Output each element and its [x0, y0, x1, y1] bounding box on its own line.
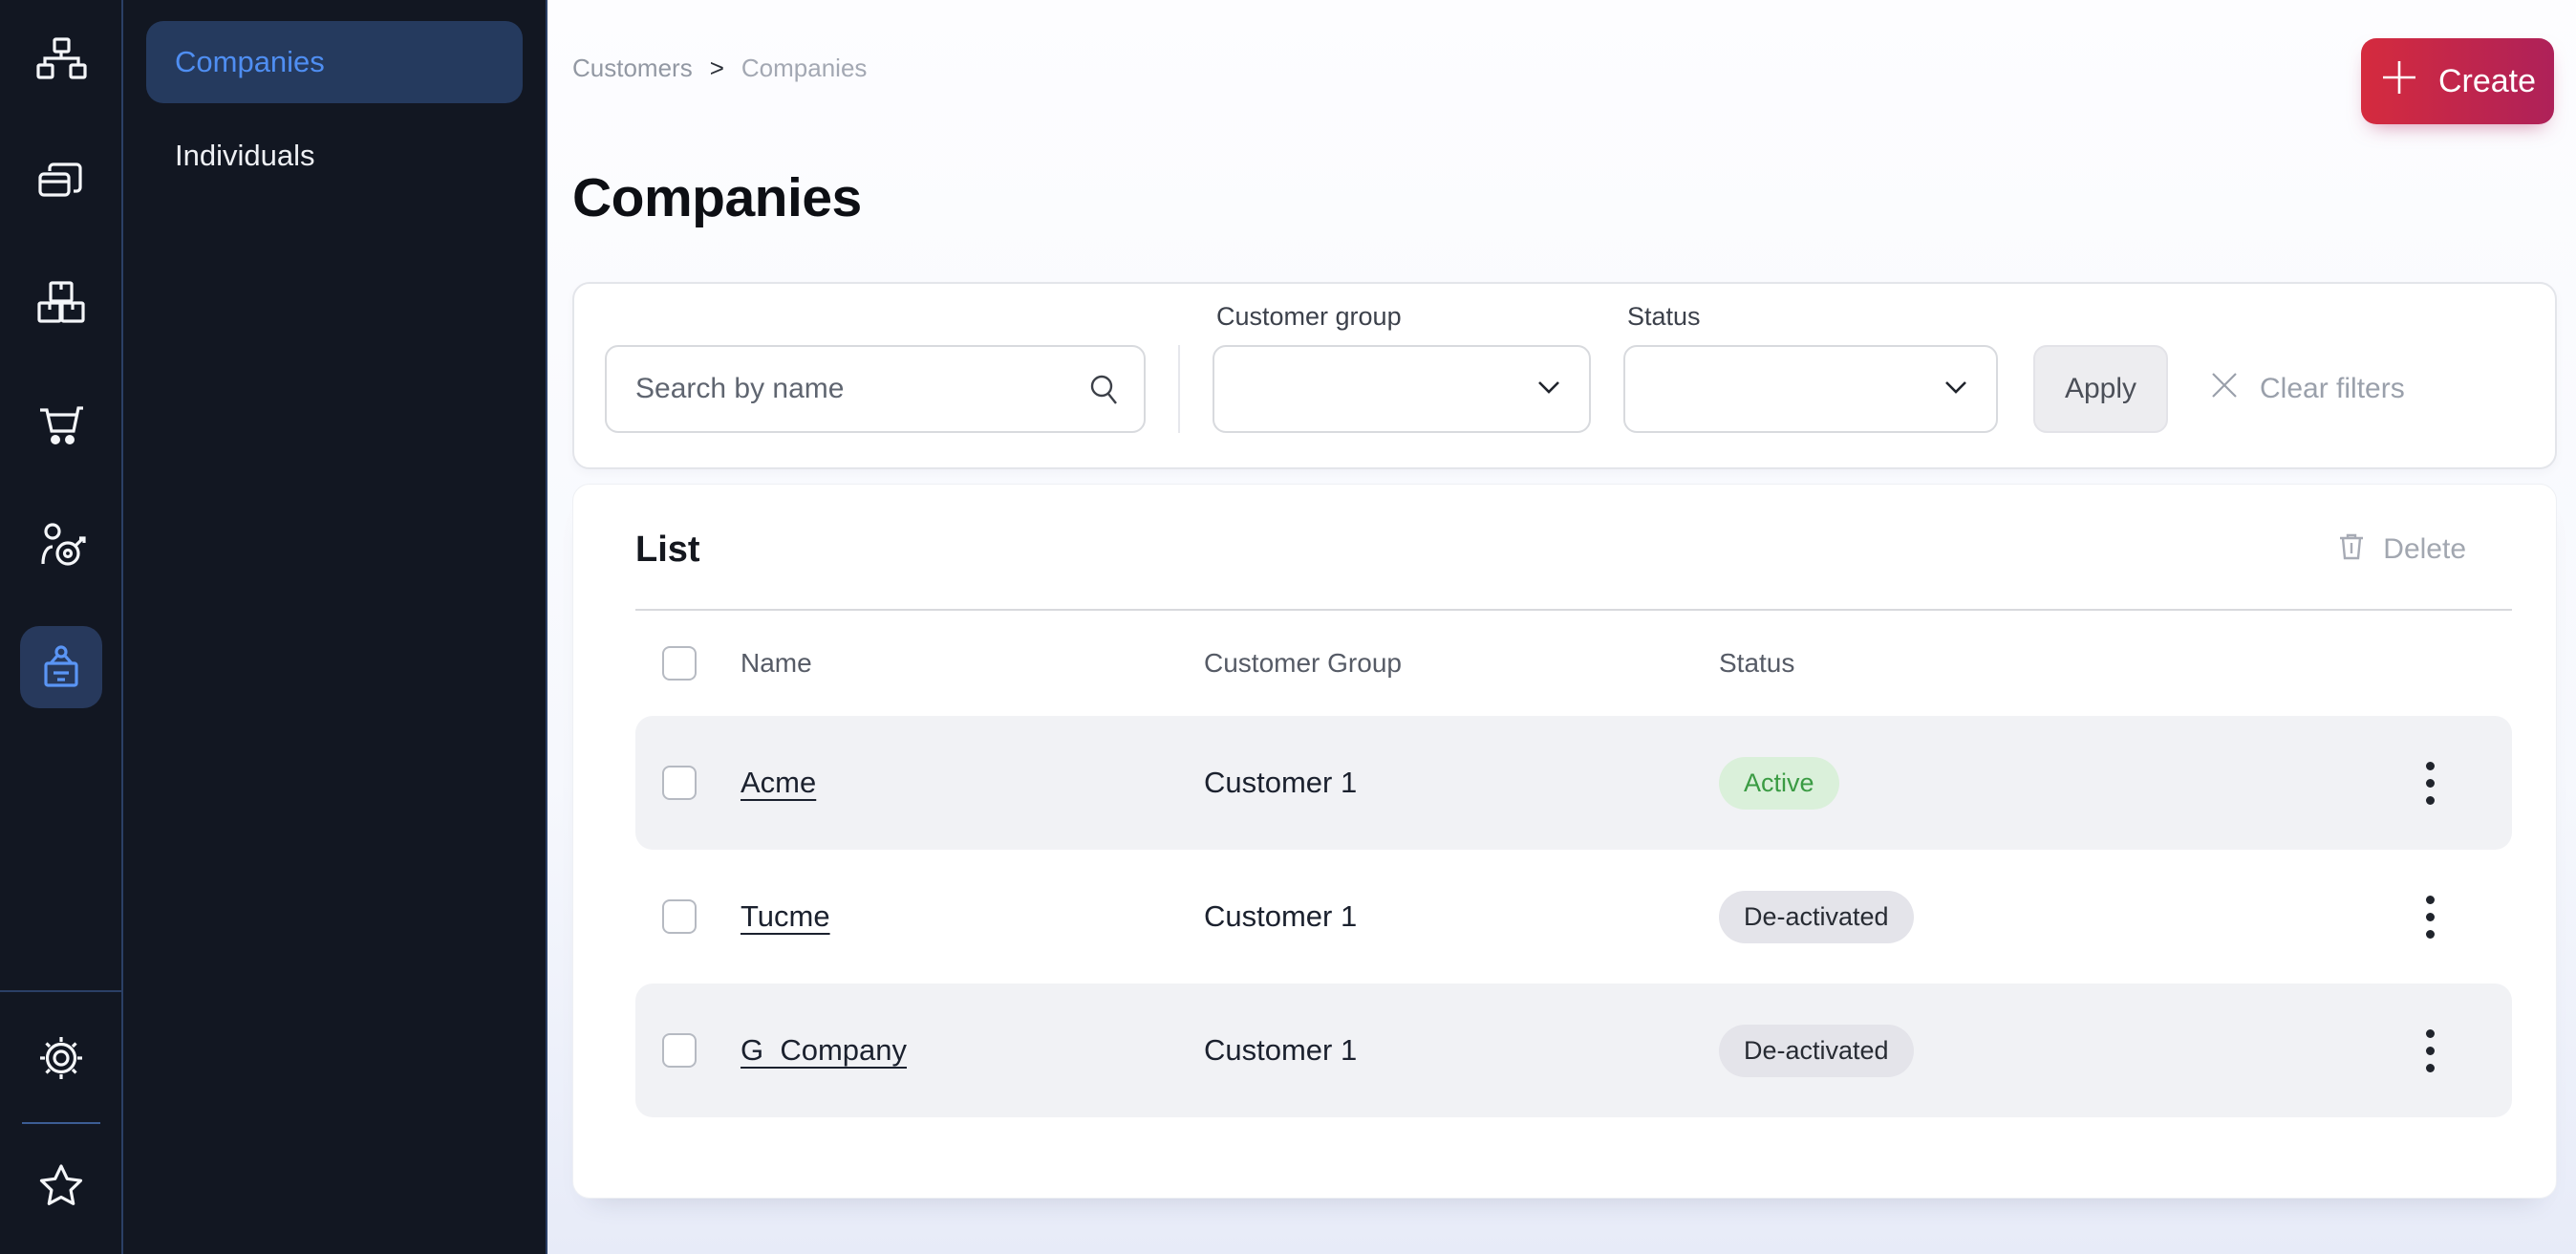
- customer-group-label: Customer group: [1213, 302, 1591, 332]
- star-icon: [34, 1159, 88, 1213]
- company-name-link[interactable]: Acme: [741, 766, 816, 799]
- sidebar-item-individuals[interactable]: Individuals: [146, 115, 523, 197]
- cart-icon: [34, 398, 88, 451]
- search-input[interactable]: [605, 345, 1146, 433]
- delete-button-label: Delete: [2383, 533, 2466, 566]
- table-row: G Company Customer 1De-activated: [635, 984, 2512, 1117]
- rail-divider-short: [22, 1122, 100, 1124]
- select-all-checkbox[interactable]: [662, 646, 697, 681]
- close-icon: [2206, 367, 2243, 411]
- row-checkbox[interactable]: [662, 1033, 697, 1068]
- breadcrumb: Customers > Companies: [572, 38, 867, 83]
- page-title: Companies: [572, 166, 2557, 229]
- sidebar-item-structure[interactable]: [20, 19, 102, 101]
- customer-group-cell: Customer 1: [1204, 766, 1719, 800]
- customers-badge-icon: [34, 640, 88, 694]
- sidebar-item-customers[interactable]: [20, 626, 102, 708]
- column-header-name: Name: [741, 648, 1204, 679]
- sidebar-item-favorites[interactable]: [20, 1145, 102, 1227]
- row-checkbox[interactable]: [662, 899, 697, 934]
- table-header-row: Name Customer Group Status: [635, 611, 2512, 716]
- chevron-down-icon: [1534, 372, 1564, 407]
- sidebar-item-products[interactable]: [20, 262, 102, 344]
- audience-target-icon: [34, 519, 88, 573]
- trash-icon: [2335, 530, 2368, 570]
- status-badge: De-activated: [1719, 891, 1914, 943]
- status-select[interactable]: [1623, 345, 1998, 433]
- products-boxes-icon: [34, 276, 88, 330]
- table-body: AcmeCustomer 1ActiveTucmeCustomer 1De-ac…: [635, 716, 2512, 1117]
- apply-button[interactable]: Apply: [2033, 345, 2168, 433]
- breadcrumb-separator: >: [710, 54, 724, 83]
- main-content: Customers > Companies Create Companies: [547, 0, 2576, 1254]
- sidebar-item-companies[interactable]: Companies: [146, 21, 523, 103]
- chevron-down-icon: [1941, 372, 1971, 407]
- gear-icon: [34, 1031, 88, 1085]
- subnav-companies-label: Companies: [175, 45, 325, 79]
- customer-group-cell: Customer 1: [1204, 1033, 1719, 1068]
- topbar: Customers > Companies Create: [572, 38, 2557, 124]
- column-header-status: Status: [1719, 648, 2359, 679]
- customer-group-cell: Customer 1: [1204, 899, 1719, 934]
- breadcrumb-customers[interactable]: Customers: [572, 54, 693, 83]
- create-button-label: Create: [2438, 63, 2536, 100]
- sidebar-item-orders[interactable]: [20, 383, 102, 465]
- rail-divider: [0, 990, 122, 992]
- table-row: Tucme Customer 1De-activated: [635, 850, 2512, 984]
- filters-card: Customer group Status: [572, 282, 2557, 469]
- subnav-individuals-label: Individuals: [175, 139, 314, 173]
- clear-filters-button[interactable]: Clear filters: [2206, 345, 2405, 433]
- row-checkbox[interactable]: [662, 766, 697, 800]
- table-row: Acme Customer 1Active: [635, 716, 2512, 850]
- customers-subnav: Companies Individuals: [123, 0, 547, 1254]
- row-menu-button[interactable]: [2401, 745, 2458, 821]
- list-header: List Delete: [635, 485, 2512, 609]
- sitemap-icon: [34, 33, 88, 87]
- rail-bottom: [0, 990, 121, 1254]
- sidebar-item-payments[interactable]: [20, 141, 102, 223]
- status-label: Status: [1623, 302, 1998, 332]
- clear-filters-label: Clear filters: [2260, 373, 2405, 405]
- breadcrumb-companies: Companies: [741, 54, 868, 83]
- status-field: Status: [1623, 302, 1998, 433]
- customer-group-select[interactable]: [1213, 345, 1591, 433]
- company-name-link[interactable]: Tucme: [741, 899, 830, 933]
- company-name-link[interactable]: G Company: [741, 1033, 907, 1067]
- list-title: List: [635, 530, 700, 571]
- sidebar-item-settings[interactable]: [20, 1017, 102, 1099]
- icon-rail: [0, 0, 123, 1254]
- plus-icon: [2379, 57, 2419, 106]
- create-button[interactable]: Create: [2361, 38, 2554, 124]
- row-menu-button[interactable]: [2401, 1012, 2458, 1089]
- search-wrap: [605, 345, 1146, 433]
- payments-card-icon: [34, 155, 88, 208]
- delete-button[interactable]: Delete: [2335, 530, 2512, 570]
- column-header-customer-group: Customer Group: [1204, 648, 1719, 679]
- sidebar-item-audience[interactable]: [20, 505, 102, 587]
- customer-group-field: Customer group: [1213, 302, 1591, 433]
- status-badge: De-activated: [1719, 1025, 1914, 1077]
- filter-divider: [1178, 345, 1180, 433]
- row-menu-button[interactable]: [2401, 878, 2458, 955]
- list-card: List Delete Name Customer Group Status A: [572, 484, 2557, 1199]
- status-badge: Active: [1719, 757, 1839, 810]
